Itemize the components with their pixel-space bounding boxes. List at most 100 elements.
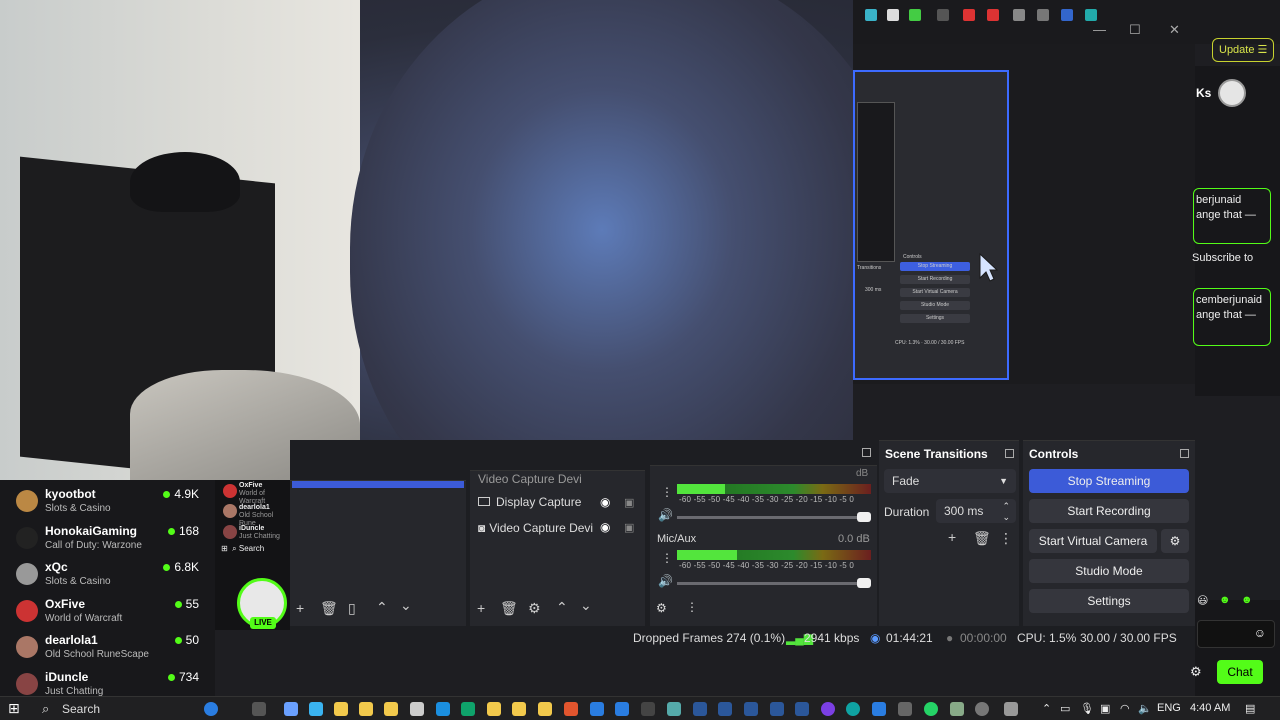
stream-item[interactable]: dearlola1 Old School RuneScape 50 (0, 630, 215, 666)
vscode-icon[interactable] (615, 702, 629, 716)
update-button[interactable]: Update ☰ (1212, 38, 1274, 62)
settings-button[interactable]: Settings (1029, 589, 1189, 613)
speaker-icon[interactable]: 🔊 (658, 508, 673, 522)
kebab-icon[interactable]: ⋮ (686, 600, 698, 614)
emote-icon[interactable]: ☻ (1241, 594, 1253, 606)
avatar[interactable] (1218, 79, 1246, 107)
whatsapp-icon[interactable] (924, 702, 938, 716)
close-icon[interactable]: ✕ (1169, 22, 1180, 38)
scene-selected-row[interactable] (292, 481, 464, 488)
start-recording-button[interactable]: Start Recording (1029, 499, 1189, 523)
lock-icon[interactable]: ▣ (624, 521, 634, 534)
tray-icon[interactable]: ▣ (1100, 702, 1110, 715)
emote-icon[interactable]: ☻ (1219, 594, 1231, 606)
wifi-icon[interactable]: ◠ (1120, 702, 1130, 715)
word-icon[interactable] (770, 702, 784, 716)
mini-stream-item[interactable]: iDuncle Just Chatting (239, 525, 280, 541)
volume-icon[interactable]: 🔈 (1138, 702, 1152, 715)
mini-search[interactable]: ⊞ ⌕ Search (221, 544, 264, 554)
folder-icon[interactable] (384, 702, 398, 716)
stepper-down-icon[interactable]: ⌄ (1002, 505, 1010, 529)
chevron-down-icon[interactable]: ⌄ (400, 597, 412, 614)
chevron-down-icon[interactable] (937, 9, 949, 21)
add-transition-icon[interactable]: + (948, 529, 956, 545)
chat-input[interactable]: ☺ (1197, 620, 1275, 648)
stream-item[interactable]: OxFive World of Warcraft 55 (0, 594, 215, 630)
kebab-icon[interactable]: ⋮ (661, 485, 673, 499)
download-icon[interactable] (309, 702, 323, 716)
float-icon[interactable] (1180, 449, 1189, 458)
language-indicator[interactable]: ENG (1157, 702, 1181, 714)
app-icon[interactable] (667, 702, 681, 716)
tab-icon[interactable] (887, 9, 899, 21)
terminal-icon[interactable] (641, 702, 655, 716)
tab-icon[interactable] (865, 9, 877, 21)
app-icon[interactable] (821, 702, 835, 716)
notification-icon[interactable]: ▤ (1245, 702, 1255, 715)
trash-icon[interactable]: 🗑 (973, 530, 991, 547)
mini-stream-item[interactable]: OxFive World of Warcraft (239, 482, 290, 506)
tab-icon[interactable] (963, 9, 975, 21)
stop-streaming-button[interactable]: Stop Streaming (1029, 469, 1189, 493)
source-item[interactable]: Video Capture Devi (478, 472, 582, 486)
gear-icon[interactable]: ⚙ (1190, 664, 1202, 680)
tab-icon[interactable] (987, 9, 999, 21)
studio-mode-button[interactable]: Studio Mode (1029, 559, 1189, 583)
word-icon[interactable] (718, 702, 732, 716)
chevron-up-icon[interactable]: ⌃ (376, 599, 388, 616)
word-icon[interactable] (795, 702, 809, 716)
clock[interactable]: 4:40 AM (1190, 702, 1230, 714)
obs-icon[interactable] (975, 702, 989, 716)
emoji-picker-icon[interactable]: ☺ (1254, 626, 1266, 640)
app-icon[interactable] (461, 702, 475, 716)
volume-slider[interactable] (677, 578, 871, 588)
tab-icon[interactable] (1085, 9, 1097, 21)
tab-icon[interactable] (909, 9, 921, 21)
app-icon[interactable] (872, 702, 886, 716)
calculator-icon[interactable] (410, 702, 424, 716)
vscode-icon[interactable] (590, 702, 604, 716)
edge-icon[interactable] (846, 702, 860, 716)
eye-icon[interactable]: ◉ (600, 495, 610, 509)
gear-icon[interactable]: ⚙ (656, 601, 667, 615)
gear-icon[interactable]: ⚙ (528, 600, 541, 617)
kebab-icon[interactable]: ⋮ (999, 530, 1013, 547)
trash-icon[interactable]: 🗑 (500, 600, 518, 617)
app-icon[interactable] (284, 702, 298, 716)
task-view-icon[interactable] (252, 702, 266, 716)
source-item[interactable]: Display Capture (478, 495, 581, 509)
chevron-up-icon[interactable]: ⌃ (1042, 702, 1051, 715)
chevron-down-icon[interactable]: ⌄ (580, 597, 592, 614)
taskbar-search[interactable]: ⌕ Search (34, 698, 224, 720)
tab-icon[interactable] (1037, 9, 1049, 21)
stream-item[interactable]: HonokaiGaming Call of Duty: Warzone 168 (0, 521, 215, 557)
folder-icon[interactable] (334, 702, 348, 716)
eye-icon[interactable]: ◉ (600, 520, 610, 534)
chat-send-button[interactable]: Chat (1217, 660, 1263, 684)
windows-start-icon[interactable]: ⊞ (8, 700, 20, 717)
stream-item[interactable]: xQc Slots & Casino 6.8K (0, 557, 215, 593)
chevron-up-icon[interactable]: ⌃ (556, 599, 568, 616)
source-item[interactable]: ◙ Video Capture Devi (478, 521, 593, 535)
globe-icon[interactable] (204, 702, 218, 716)
add-source-icon[interactable]: + (477, 600, 485, 616)
add-scene-icon[interactable]: + (296, 600, 304, 616)
kebab-icon[interactable]: ⋮ (661, 551, 673, 565)
tab-icon[interactable] (1013, 9, 1025, 21)
mic-icon[interactable]: 🎙 (1080, 702, 1094, 715)
start-virtual-camera-button[interactable]: Start Virtual Camera (1029, 529, 1157, 553)
tab-icon[interactable] (1061, 9, 1073, 21)
float-icon[interactable] (1005, 449, 1014, 458)
word-icon[interactable] (693, 702, 707, 716)
app-icon[interactable] (1004, 702, 1018, 716)
folder-icon[interactable] (487, 702, 501, 716)
folder-icon[interactable] (359, 702, 373, 716)
volume-slider[interactable] (677, 512, 871, 522)
minimize-icon[interactable]: — (1093, 22, 1106, 37)
app-icon[interactable] (950, 702, 964, 716)
lock-icon[interactable]: ▣ (624, 496, 634, 509)
speaker-icon[interactable]: 🔊 (658, 574, 673, 588)
trash-icon[interactable]: 🗑 (320, 600, 338, 617)
brave-icon[interactable] (564, 702, 578, 716)
word-icon[interactable] (744, 702, 758, 716)
